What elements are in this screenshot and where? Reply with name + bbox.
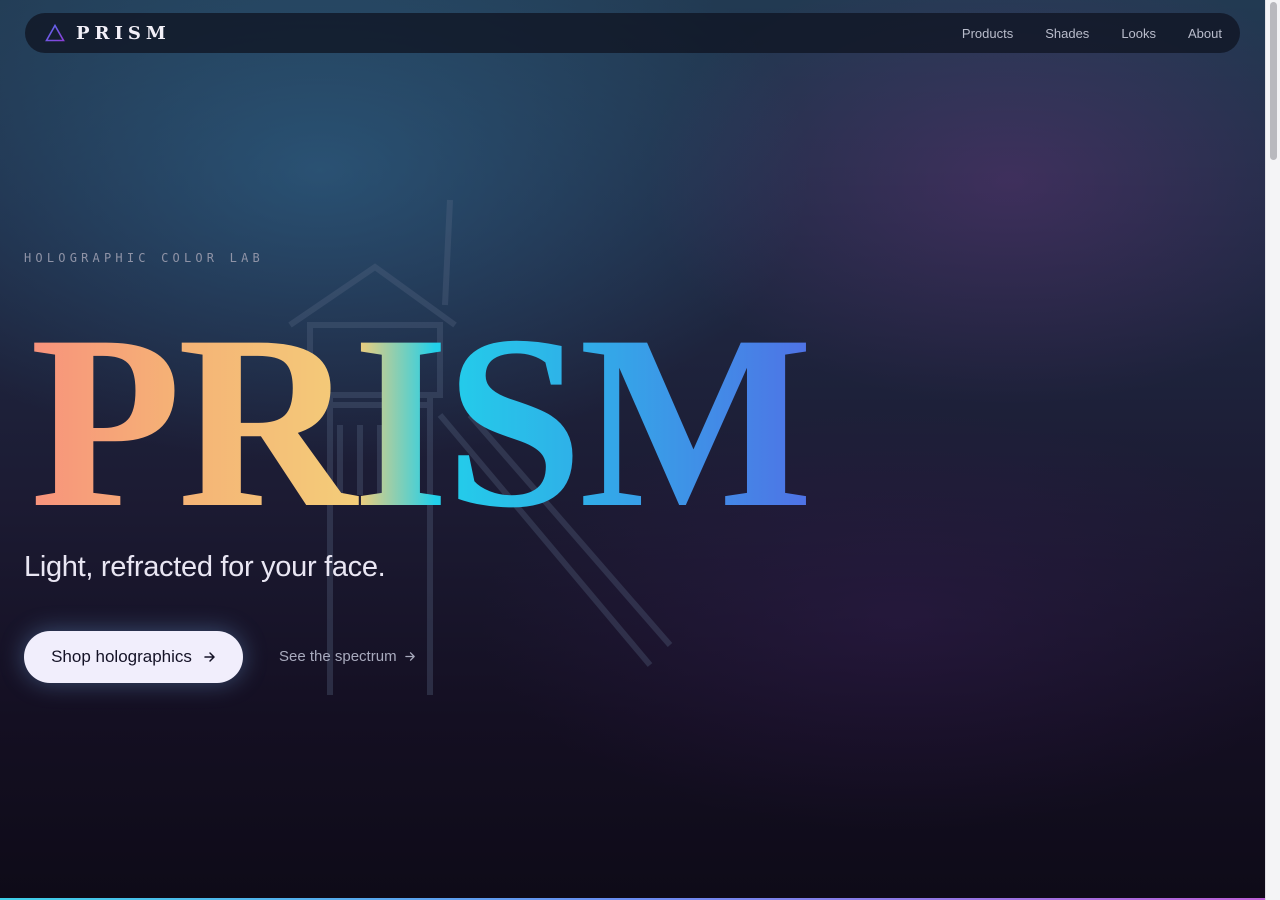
vertical-scrollbar[interactable] <box>1265 0 1280 900</box>
nav-link-products[interactable]: Products <box>962 26 1013 41</box>
see-spectrum-label: See the spectrum <box>279 648 397 665</box>
triangle-prism-icon <box>45 24 65 42</box>
shop-holographics-label: Shop holographics <box>51 647 192 666</box>
hero-title: PRISM <box>30 284 813 559</box>
arrow-right-icon <box>404 652 415 661</box>
nav-links: Products Shades Looks About <box>962 26 1222 41</box>
nav-link-looks[interactable]: Looks <box>1121 26 1156 41</box>
scrollbar-thumb[interactable] <box>1270 2 1277 160</box>
page: PRISM Products Shades Looks About HOLOGR… <box>0 0 1265 900</box>
shop-holographics-button[interactable]: Shop holographics <box>24 631 243 683</box>
brand-logo[interactable]: PRISM <box>45 23 171 44</box>
brand-name: PRISM <box>76 22 171 44</box>
hero-tagline: Light, refracted for your face. <box>24 551 386 583</box>
hero-eyebrow: HOLOGRAPHIC COLOR LAB <box>24 251 264 265</box>
nav-link-about[interactable]: About <box>1188 26 1222 41</box>
see-spectrum-link[interactable]: See the spectrum <box>279 648 416 665</box>
nav-link-shades[interactable]: Shades <box>1045 26 1089 41</box>
arrow-right-icon <box>204 652 215 662</box>
top-navigation: PRISM Products Shades Looks About <box>25 13 1240 53</box>
